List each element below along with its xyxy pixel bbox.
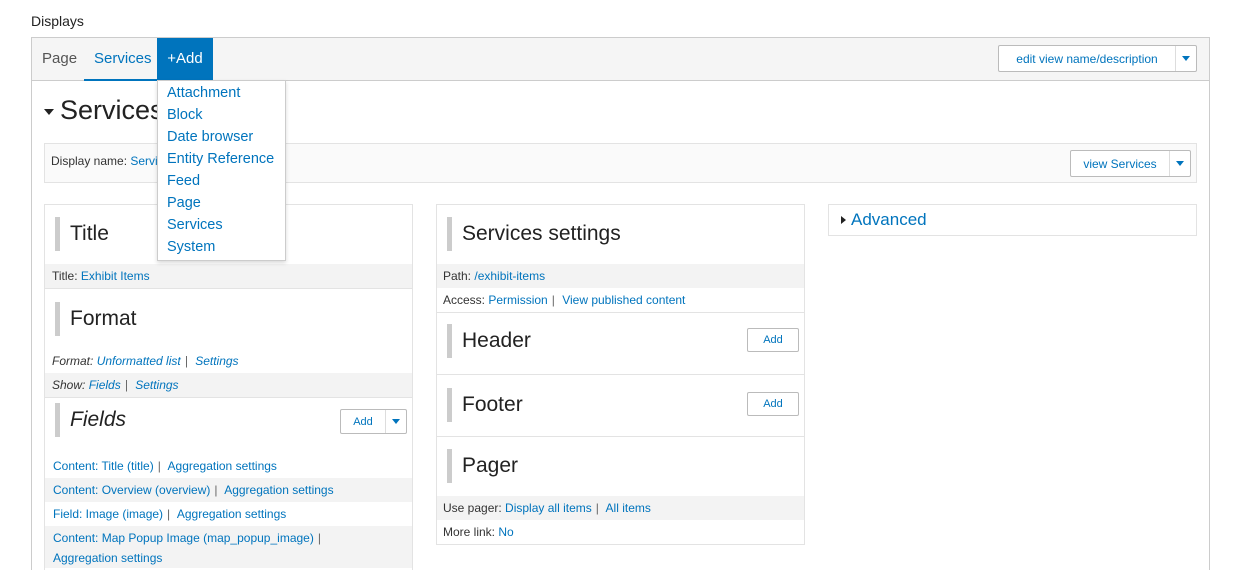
pager-heading: Pager <box>447 449 804 483</box>
access-permission-link[interactable]: Permission <box>488 293 547 307</box>
show-label: Show: <box>52 378 86 392</box>
edit-view-name-button[interactable]: edit view name/description <box>998 45 1197 72</box>
show-settings-link[interactable]: Settings <box>135 378 178 392</box>
middle-column: Services settings Path: /exhibit-items A… <box>436 204 805 545</box>
more-link-value[interactable]: No <box>498 525 513 539</box>
chevron-down-icon <box>1176 161 1184 166</box>
field-row: Field: Image (image) | Aggregation settin… <box>53 507 287 521</box>
view-services-button[interactable]: view Services <box>1070 150 1191 177</box>
aggregation-settings-link[interactable]: Aggregation settings <box>224 483 333 497</box>
field-row: Content: Title (title) | Aggregation sett… <box>53 459 277 473</box>
footer-add-button[interactable]: Add <box>747 392 799 416</box>
collapse-triangle-icon <box>44 109 54 115</box>
chevron-down-icon <box>1182 56 1190 61</box>
format-label: Format: <box>52 354 94 368</box>
pager-row: Use pager: Display all items | All items <box>437 496 804 520</box>
pager-display-all-link[interactable]: Display all items <box>505 501 592 515</box>
tab-page[interactable]: Page <box>32 38 87 81</box>
field-link[interactable]: Content: Overview (overview) <box>53 483 210 497</box>
title-row: Title: Exhibit Items <box>45 264 412 288</box>
displays-label: Displays <box>31 13 84 29</box>
path-link[interactable]: /exhibit-items <box>474 269 545 283</box>
aggregation-settings-link[interactable]: Aggregation settings <box>168 459 277 473</box>
show-value-link[interactable]: Fields <box>89 378 121 392</box>
chevron-down-icon <box>392 419 400 424</box>
display-name-label: Display name: <box>51 154 128 168</box>
access-label: Access: <box>443 293 486 307</box>
advanced-section[interactable]: Advanced <box>828 204 1197 236</box>
services-settings-heading: Services settings <box>447 217 804 251</box>
format-heading: Format <box>55 302 412 336</box>
menu-item-block[interactable]: Block <box>158 104 285 126</box>
format-value-link[interactable]: Unformatted list <box>97 354 181 368</box>
aggregation-settings-link[interactable]: Aggregation settings <box>53 551 162 565</box>
edit-view-name-label[interactable]: edit view name/description <box>999 46 1175 71</box>
add-display-button[interactable]: +Add <box>157 38 213 81</box>
more-link-label: More link: <box>443 525 496 539</box>
aggregation-settings-link[interactable]: Aggregation settings <box>177 507 286 521</box>
tab-services[interactable]: Services <box>84 38 162 81</box>
menu-item-system[interactable]: System <box>158 236 285 258</box>
field-row: Content: Overview (overview) | Aggregatio… <box>45 478 412 502</box>
view-services-dropdown-toggle[interactable] <box>1169 151 1190 176</box>
access-view-published-link[interactable]: View published content <box>562 293 685 307</box>
edit-view-dropdown-toggle[interactable] <box>1175 46 1196 71</box>
add-display-menu: Attachment Block Date browser Entity Ref… <box>157 80 286 261</box>
menu-item-page[interactable]: Page <box>158 192 285 214</box>
format-settings-link[interactable]: Settings <box>195 354 238 368</box>
field-link[interactable]: Content: Map Popup Image (map_popup_imag… <box>53 531 314 545</box>
title-label: Title: <box>52 269 78 283</box>
display-heading[interactable]: Services <box>44 95 164 126</box>
fields-add-button[interactable]: Add <box>340 409 407 434</box>
menu-item-feed[interactable]: Feed <box>158 170 285 192</box>
path-label: Path: <box>443 269 472 283</box>
menu-item-entity-reference[interactable]: Entity Reference <box>158 148 285 170</box>
pager-label: Use pager: <box>443 501 502 515</box>
menu-item-attachment[interactable]: Attachment <box>158 82 285 104</box>
advanced-toggle[interactable]: Advanced <box>851 210 927 230</box>
field-row: Content: Map Popup Image (map_popup_imag… <box>45 526 412 568</box>
field-link[interactable]: Content: Title (title) <box>53 459 154 473</box>
pager-all-items-link[interactable]: All items <box>606 501 651 515</box>
title-value-link[interactable]: Exhibit Items <box>81 269 150 283</box>
view-services-label[interactable]: view Services <box>1071 151 1169 176</box>
access-row: Access: Permission | View published conte… <box>443 293 686 307</box>
expand-triangle-icon <box>841 216 846 224</box>
format-row: Format: Unformatted list | Settings <box>52 354 239 368</box>
display-heading-text: Services <box>60 95 164 125</box>
path-row: Path: /exhibit-items <box>437 264 804 288</box>
menu-item-date-browser[interactable]: Date browser <box>158 126 285 148</box>
header-add-button[interactable]: Add <box>747 328 799 352</box>
menu-item-services[interactable]: Services <box>158 214 285 236</box>
fields-add-dropdown-toggle[interactable] <box>385 410 406 433</box>
fields-add-label[interactable]: Add <box>341 410 385 433</box>
field-link[interactable]: Field: Image (image) <box>53 507 163 521</box>
show-row: Show: Fields | Settings <box>45 373 412 397</box>
more-link-row: More link: No <box>437 520 804 544</box>
